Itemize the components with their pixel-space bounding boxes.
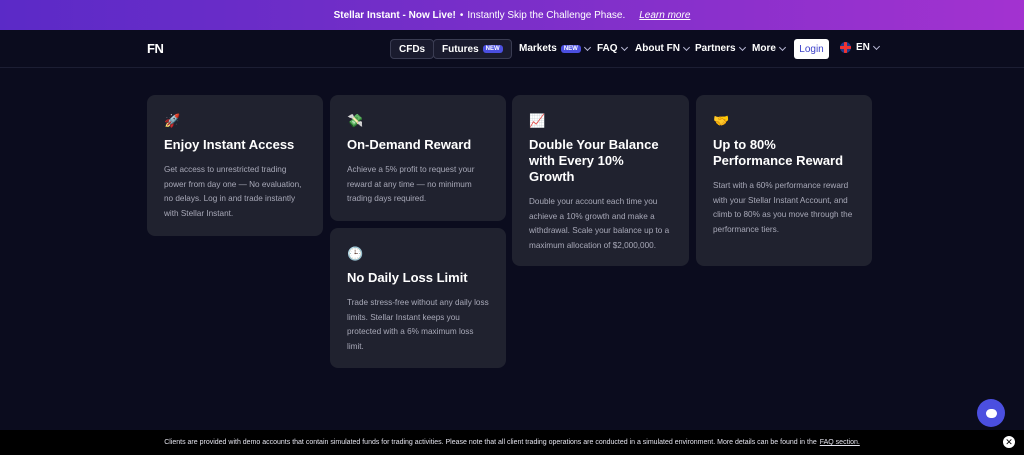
chevron-down-icon (738, 43, 746, 51)
card-text: Get access to unrestricted trading power… (164, 165, 302, 218)
chevron-down-icon (583, 43, 591, 51)
learn-more-link[interactable]: Learn more (639, 10, 690, 21)
card-title: On-Demand Reward (347, 137, 472, 152)
language-label: EN (856, 42, 870, 53)
futures-label: Futures (442, 43, 479, 55)
more-label: More (752, 43, 776, 54)
card-text: Double your account each time you achiev… (529, 197, 670, 250)
promo-banner: Stellar Instant - Now Live! • Instantly … (0, 0, 1024, 30)
fn-logo[interactable]: FN (147, 41, 164, 56)
chevron-down-icon (872, 42, 880, 50)
promo-separator: • (459, 9, 464, 21)
promo-text: Instantly Skip the Challenge Phase. (467, 9, 626, 21)
disclaimer-text: Clients are provided with demo accounts … (164, 439, 817, 446)
disclaimer-bar: Clients are provided with demo accounts … (0, 430, 1024, 455)
nav-about[interactable]: About FN (635, 43, 691, 54)
cfds-label: CFDs (399, 43, 426, 55)
feature-card-on-demand-reward: 💸 On-Demand Reward Achieve a 5% profit t… (330, 95, 506, 221)
chat-bubble-icon (985, 408, 997, 418)
clock-icon: 🕒 (347, 246, 364, 261)
card-text: Achieve a 5% profit to request your rewa… (347, 165, 475, 203)
faq-section-link[interactable]: FAQ section. (820, 439, 860, 446)
nav-more[interactable]: More (752, 43, 786, 54)
nav-partners[interactable]: Partners (695, 43, 746, 54)
money-icon: 💸 (347, 113, 364, 128)
card-title: Double Your Balance with Every 10% Growt… (529, 137, 659, 184)
language-selector[interactable]: EN (840, 42, 880, 53)
promo-title: Stellar Instant - Now Live! (333, 9, 456, 21)
faq-label: FAQ (597, 43, 618, 54)
close-icon[interactable]: ✕ (1003, 436, 1015, 448)
rocket-icon: 🚀 (164, 113, 181, 128)
uk-flag-icon (840, 42, 851, 53)
card-text: Start with a 60% performance reward with… (713, 181, 853, 234)
chevron-down-icon (682, 43, 691, 51)
handshake-icon: 🤝 (713, 113, 730, 128)
card-title: No Daily Loss Limit (347, 270, 468, 285)
cfds-button[interactable]: CFDs (390, 39, 435, 59)
chevron-down-icon (778, 43, 786, 51)
chevron-down-icon (620, 43, 628, 51)
futures-button[interactable]: Futures NEW (433, 39, 512, 59)
chat-support-button[interactable] (977, 399, 1005, 427)
futures-new-badge: NEW (482, 45, 503, 53)
card-title: Up to 80% Performance Reward (713, 137, 844, 168)
card-text: Trade stress-free without any daily loss… (347, 298, 489, 351)
top-navbar: FN CFDs Futures NEW Markets NEW FAQ Abou… (0, 30, 1024, 68)
markets-label: Markets (519, 43, 557, 54)
chart-up-icon: 📈 (529, 113, 546, 128)
nav-markets[interactable]: Markets NEW (519, 43, 591, 54)
about-label: About FN (635, 43, 680, 54)
feature-card-double-balance: 📈 Double Your Balance with Every 10% Gro… (512, 95, 689, 266)
feature-card-no-daily-loss: 🕒 No Daily Loss Limit Trade stress-free … (330, 228, 506, 368)
feature-card-instant-access: 🚀 Enjoy Instant Access Get access to unr… (147, 95, 323, 236)
feature-card-performance-reward: 🤝 Up to 80% Performance Reward Start wit… (696, 95, 872, 266)
card-title: Enjoy Instant Access (164, 137, 295, 152)
login-button[interactable]: Login (794, 39, 829, 59)
markets-new-badge: NEW (560, 44, 581, 53)
nav-faq[interactable]: FAQ (597, 43, 628, 54)
partners-label: Partners (695, 43, 736, 54)
